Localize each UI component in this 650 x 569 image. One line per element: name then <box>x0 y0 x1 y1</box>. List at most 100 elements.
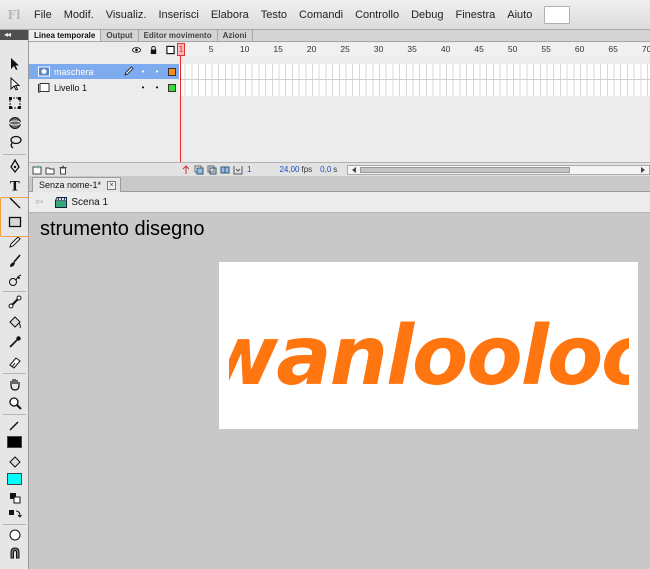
delete-layer-icon[interactable] <box>58 165 68 175</box>
collapse-panel-button[interactable]: ◂◂ <box>0 30 28 40</box>
menu-modifica[interactable]: Modif. <box>58 0 100 30</box>
tab-linea-temporale[interactable]: Linea temporale <box>29 30 102 41</box>
visibility-dot[interactable]: • <box>136 83 150 92</box>
menu-file[interactable]: File <box>28 0 58 30</box>
menu-debug[interactable]: Debug <box>405 0 449 30</box>
frame-number: 40 <box>440 44 451 54</box>
menu-comandi[interactable]: Comandi <box>293 0 349 30</box>
bone-tool-icon[interactable] <box>6 294 23 310</box>
menu-elabora[interactable]: Elabora <box>205 0 255 30</box>
scene-label[interactable]: Scena 1 <box>71 197 108 208</box>
outline-icon[interactable] <box>166 45 175 54</box>
frame-grid[interactable] <box>179 64 650 96</box>
document-tab-bar: Senza nome-1* × <box>29 176 650 192</box>
new-folder-icon[interactable] <box>45 165 55 175</box>
tab-editor-movimento[interactable]: Editor movimento <box>139 30 218 41</box>
frame-number: 35 <box>407 44 417 54</box>
frame-number: 50 <box>507 44 518 54</box>
frame-number: 5 <box>208 44 214 54</box>
menu-testo[interactable]: Testo <box>255 0 293 30</box>
center-frame-icon[interactable] <box>181 164 191 175</box>
tools-separator <box>3 154 26 155</box>
stroke-color-swatch[interactable] <box>6 434 23 450</box>
visibility-dot[interactable]: • <box>136 67 150 76</box>
subselection-tool-icon[interactable] <box>6 76 23 92</box>
paint-bucket-tool-icon[interactable] <box>6 314 23 330</box>
layer-row-livello-1[interactable]: Livello 1 • • <box>29 80 179 95</box>
tab-azioni[interactable]: Azioni <box>218 30 253 41</box>
hand-tool-icon[interactable] <box>6 376 23 392</box>
back-arrow-icon[interactable]: ⇦ <box>35 197 43 208</box>
tab-output[interactable]: Output <box>101 30 139 41</box>
frame-ruler[interactable]: 1510152025303540455055606570 <box>179 43 650 56</box>
fill-color-swatch[interactable] <box>6 471 23 487</box>
logo-text: wanlooloo <box>229 309 629 402</box>
line-tool-icon[interactable] <box>6 195 23 211</box>
panel-tabs: Linea temporale Output Editor movimento … <box>29 30 650 42</box>
menu-aiuto[interactable]: Aiuto <box>501 0 538 30</box>
lock-dot[interactable]: • <box>150 67 164 76</box>
onion-skin-icon[interactable] <box>194 165 204 175</box>
free-transform-tool-icon[interactable] <box>6 95 23 111</box>
snap-to-objects-icon[interactable] <box>6 545 23 561</box>
frame-number: 70 <box>641 44 650 54</box>
tools-panel: ◂◂ T <box>0 30 29 569</box>
object-drawing-icon[interactable] <box>6 527 23 543</box>
selection-tool-icon[interactable] <box>6 56 23 72</box>
edit-multiple-frames-icon[interactable] <box>220 165 230 175</box>
document-tab[interactable]: Senza nome-1* × <box>32 177 122 192</box>
scrollbar-thumb[interactable] <box>360 166 571 173</box>
clapperboard-icon <box>55 196 68 208</box>
menu-inserisci[interactable]: Inserisci <box>152 0 204 30</box>
deco-tool-icon[interactable] <box>6 272 23 288</box>
brush-tool-icon[interactable] <box>6 253 23 269</box>
lasso-tool-icon[interactable] <box>6 134 23 150</box>
lock-icon[interactable] <box>149 45 158 54</box>
menu-finestra[interactable]: Finestra <box>450 0 502 30</box>
eyedropper-tool-icon[interactable] <box>6 334 23 350</box>
layer-row-maschera[interactable]: maschera • • <box>29 64 179 79</box>
frame-number: 15 <box>273 44 283 54</box>
swap-colors-icon[interactable] <box>6 506 23 522</box>
eye-icon[interactable] <box>132 45 141 54</box>
stage-canvas[interactable]: wanlooloo <box>219 262 638 429</box>
fill-color-fill <box>7 473 22 485</box>
tools-separator <box>3 373 26 374</box>
close-icon[interactable]: × <box>107 180 117 190</box>
search-box[interactable] <box>544 5 571 24</box>
menu-controllo[interactable]: Controllo <box>349 0 405 30</box>
frame-number: 65 <box>608 44 618 54</box>
frame-number: 55 <box>541 44 551 54</box>
menu-visualizza[interactable]: Visualiz. <box>100 0 153 30</box>
frame-number: 25 <box>340 44 350 54</box>
layer-name: maschera <box>54 66 94 77</box>
tools-separator <box>3 524 26 525</box>
frame-number: 30 <box>373 44 384 54</box>
current-frame-value[interactable]: 1 <box>247 165 251 174</box>
rectangle-tool-icon[interactable] <box>6 214 23 230</box>
timeline-horizontal-scrollbar[interactable] <box>347 164 650 175</box>
playhead[interactable]: 1 <box>177 43 185 56</box>
eraser-tool-icon[interactable] <box>6 354 23 370</box>
layer-outline-color[interactable] <box>168 83 176 92</box>
text-tool-icon[interactable]: T <box>6 177 23 193</box>
fps-value[interactable]: 24,00 <box>279 165 299 174</box>
default-colors-icon[interactable] <box>6 490 23 506</box>
document-title: Senza nome-1* <box>39 179 102 190</box>
pen-tool-icon[interactable] <box>6 158 23 174</box>
svg-text:T: T <box>10 180 20 193</box>
3d-rotation-tool-icon[interactable] <box>6 115 23 131</box>
pencil-tool-icon[interactable] <box>6 234 23 250</box>
time-value[interactable]: 0,0 <box>320 165 331 174</box>
lock-dot[interactable]: • <box>150 83 164 92</box>
timeline-panel: Linea temporale Output Editor movimento … <box>29 30 650 176</box>
fill-color-bucket-icon <box>6 454 23 470</box>
modify-markers-icon[interactable] <box>233 165 243 175</box>
wanlooloo-logo: wanlooloo <box>229 309 629 402</box>
layer-outline-color[interactable] <box>168 67 176 76</box>
zoom-tool-icon[interactable] <box>6 395 23 411</box>
onion-outlines-icon[interactable] <box>207 165 217 175</box>
layers-header <box>29 43 179 56</box>
new-layer-icon[interactable] <box>32 165 42 175</box>
scene-bar: ⇦ Scena 1 <box>29 192 650 213</box>
